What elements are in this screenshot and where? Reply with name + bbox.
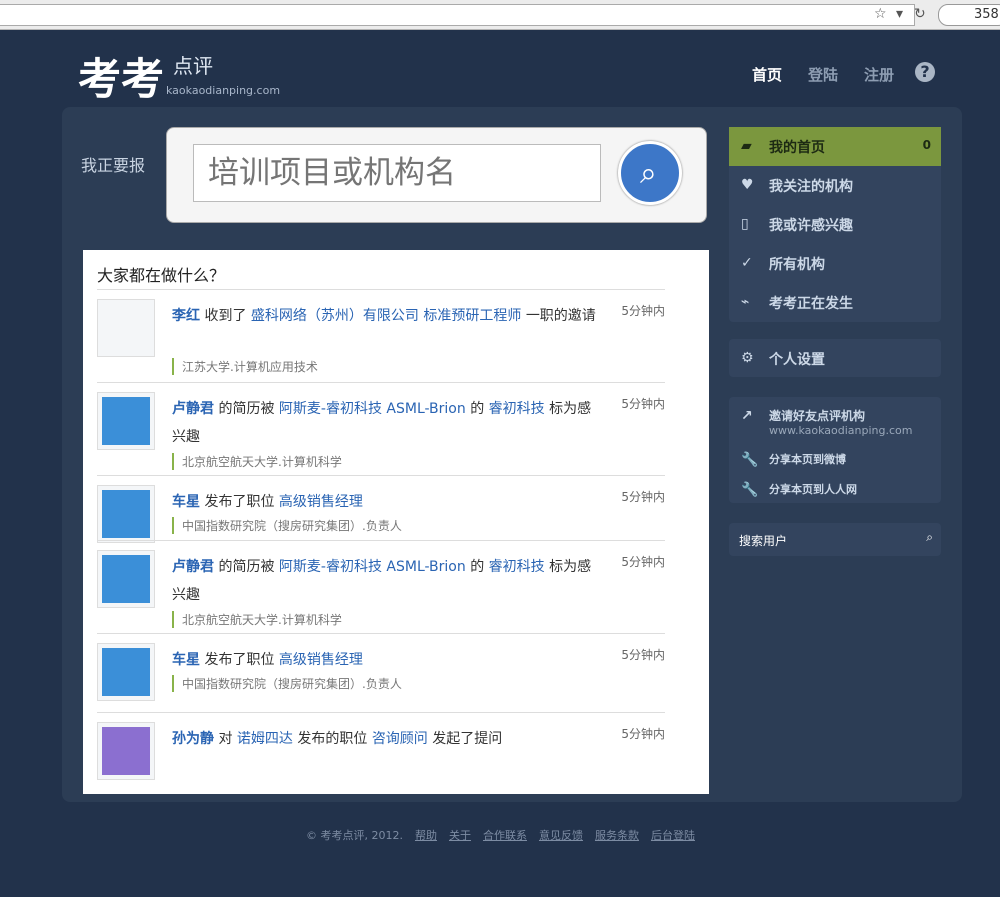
invite-link[interactable]: ↗ 邀请好友点评机构 www.kaokaodianping.com: [729, 397, 941, 441]
avatar[interactable]: [97, 643, 155, 701]
feed-item: 孙为静 对 诺姆四达 发布的职位 咨询顾问 发起了提问 5分钟内: [97, 712, 665, 794]
job-link[interactable]: 标准预研工程师: [423, 308, 521, 324]
feed-item: 卢静君 的简历被 阿斯麦-睿初科技 ASML-Brion 的 睿初科技 标为感兴…: [97, 540, 665, 633]
company-link[interactable]: 盛科网络（苏州）有限公司: [251, 308, 419, 324]
chart-icon: ⌁: [741, 294, 750, 310]
logo-domain: kaokaodianping.com: [166, 84, 281, 97]
wrench-icon: 🔧: [741, 482, 759, 498]
check-icon: ✓: [741, 255, 753, 271]
page-icon: ▯: [741, 216, 749, 232]
side-menu: ▰ 我的首页 0 ♥ 我关注的机构 ▯ 我或许感兴趣 ✓ 所有机构 ⌁ 考考正在发生: [729, 127, 941, 322]
help-icon[interactable]: ?: [915, 62, 935, 82]
feed-item: 卢静君 的简历被 阿斯麦-睿初科技 ASML-Brion 的 睿初科技 标为感兴…: [97, 382, 665, 475]
star-icon[interactable]: ☆: [874, 6, 887, 22]
feed-time: 5分钟内: [621, 304, 665, 318]
share-renren-link[interactable]: 🔧 分享本页到人人网: [729, 471, 941, 501]
side-all[interactable]: ✓ 所有机构: [729, 244, 941, 283]
activity-feed: 大家都在做什么？ 李红 收到了 盛科网络（苏州）有限公司 标准预研工程师 一职的…: [83, 250, 709, 794]
footer: © 考考点评, 2012. 帮助 关于 合作联系 意见反馈 服务条款 后台登陆: [306, 829, 695, 842]
side-interest[interactable]: ▯ 我或许感兴趣: [729, 205, 941, 244]
avatar[interactable]: [97, 550, 155, 608]
settings-button[interactable]: ⚙ 个人设置: [729, 339, 941, 377]
gear-icon: ⚙: [741, 350, 754, 366]
feed-item: 李红 收到了 盛科网络（苏州）有限公司 标准预研工程师 一职的邀请 江苏大学.计算…: [97, 289, 665, 382]
search-box: ⌕: [166, 127, 707, 223]
share-panel: ↗ 邀请好友点评机构 www.kaokaodianping.com 🔧 分享本页到微博 🔧…: [729, 397, 941, 503]
search-icon: ⌕: [640, 156, 657, 191]
avatar[interactable]: [97, 722, 155, 780]
search-icon: ⌕: [926, 530, 933, 544]
feed-title: 大家都在做什么？: [97, 266, 226, 285]
address-bar[interactable]: [0, 4, 915, 26]
feed-item: 车星 发布了职位 高级销售经理 中国指数研究院（搜房研究集团）.负责人 5分钟内: [97, 633, 665, 712]
nav-login[interactable]: 登陆: [808, 64, 838, 85]
feed-meta: 江苏大学.计算机应用技术: [172, 358, 318, 375]
search-button[interactable]: ⌕: [618, 141, 682, 205]
avatar[interactable]: [97, 299, 155, 357]
nav-signup[interactable]: 注册: [864, 64, 894, 85]
share-icon: ↗: [741, 408, 753, 424]
avatar[interactable]: [97, 485, 155, 543]
file-icon: ▰: [741, 138, 752, 154]
avatar[interactable]: [97, 392, 155, 450]
side-now[interactable]: ⌁ 考考正在发生: [729, 283, 941, 322]
share-weibo-link[interactable]: 🔧 分享本页到微博: [729, 441, 941, 471]
search-input[interactable]: [193, 144, 601, 202]
side-follow[interactable]: ♥ 我关注的机构: [729, 166, 941, 205]
search-users[interactable]: 搜索用户 ⌕: [729, 523, 941, 556]
feed-item: 车星 发布了职位 高级销售经理 中国指数研究院（搜房研究集团）.负责人 5分钟内: [97, 475, 665, 543]
nav-home[interactable]: 首页: [752, 64, 782, 85]
logo-main[interactable]: 考考: [78, 45, 164, 107]
search-label: 我正要报: [81, 156, 146, 175]
side-home[interactable]: ▰ 我的首页 0: [729, 127, 941, 166]
chevron-down-icon[interactable]: ▾: [896, 6, 903, 22]
logo-sub: 点评: [173, 54, 213, 78]
wrench-icon: 🔧: [741, 452, 759, 468]
browser-toolbar: ☆ ▾ ↻ 358: [0, 0, 1000, 30]
heart-icon: ♥: [741, 177, 754, 193]
reload-icon[interactable]: ↻: [914, 6, 926, 22]
user-link[interactable]: 李红: [172, 308, 200, 324]
profile-button[interactable]: 358: [938, 4, 1000, 26]
